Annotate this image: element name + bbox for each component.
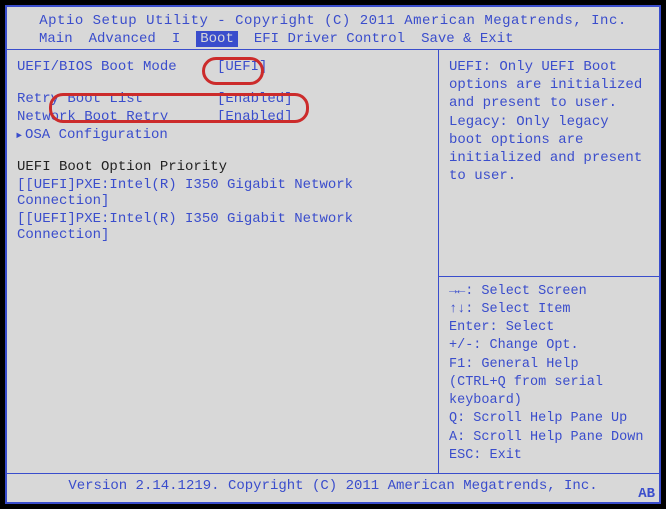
help-divider — [439, 276, 659, 277]
help-key-select: Enter: Select — [449, 319, 649, 337]
bios-content: UEFI/BIOS Boot Mode [UEFI] Retry Boot Li… — [7, 49, 659, 474]
help-description: UEFI: Only UEFI Boot options are initial… — [449, 58, 649, 185]
tab-main[interactable]: Main — [39, 31, 73, 47]
bios-frame: Aptio Setup Utility - Copyright (C) 2011… — [5, 5, 661, 504]
bios-title: Aptio Setup Utility - Copyright (C) 2011… — [15, 13, 651, 29]
tab-advanced[interactable]: Advanced — [89, 31, 156, 47]
help-key-a: A: Scroll Help Pane Down — [449, 429, 649, 447]
boot-option-2[interactable]: [[UEFI]PXE:Intel(R) I350 Gigabit Network… — [17, 210, 428, 244]
row-boot-mode[interactable]: UEFI/BIOS Boot Mode [UEFI] — [17, 58, 428, 76]
bios-right-panel: UEFI: Only UEFI Boot options are initial… — [439, 50, 659, 473]
boot-mode-label: UEFI/BIOS Boot Mode — [17, 59, 217, 75]
retry-boot-value: [Enabled] — [217, 91, 293, 107]
boot-option-1[interactable]: [[UEFI]PXE:Intel(R) I350 Gigabit Network… — [17, 176, 428, 210]
help-key-screen: →←: Select Screen — [449, 283, 649, 301]
spacer — [17, 76, 428, 90]
submenu-arrow-icon: ▸ — [15, 127, 23, 144]
help-key-serial: (CTRL+Q from serial keyboard) — [449, 374, 649, 410]
spacer — [17, 144, 428, 158]
help-key-esc: ESC: Exit — [449, 447, 649, 465]
bios-left-panel: UEFI/BIOS Boot Mode [UEFI] Retry Boot Li… — [7, 50, 439, 473]
help-key-f1: F1: General Help — [449, 356, 649, 374]
osa-config-label: OSA Configuration — [17, 127, 217, 143]
ab-badge: AB — [634, 486, 659, 502]
bios-header: Aptio Setup Utility - Copyright (C) 2011… — [7, 7, 659, 49]
row-retry-boot[interactable]: Retry Boot List [Enabled] — [17, 90, 428, 108]
help-keys: →←: Select Screen ↑↓: Select Item Enter:… — [449, 283, 649, 465]
tab-save-exit[interactable]: Save & Exit — [421, 31, 513, 47]
bios-tabs: Main Advanced I Boot EFI Driver Control … — [15, 31, 651, 47]
help-key-q: Q: Scroll Help Pane Up — [449, 410, 649, 428]
row-network-retry[interactable]: Network Boot Retry [Enabled] — [17, 108, 428, 126]
retry-boot-label: Retry Boot List — [17, 91, 217, 107]
row-osa-config[interactable]: ▸ OSA Configuration — [17, 126, 428, 144]
network-retry-label: Network Boot Retry — [17, 109, 217, 125]
boot-mode-value: [UEFI] — [217, 59, 267, 75]
boot-priority-header: UEFI Boot Option Priority — [17, 158, 428, 176]
bios-footer: Version 2.14.1219. Copyright (C) 2011 Am… — [7, 474, 659, 498]
network-retry-value: [Enabled] — [217, 109, 293, 125]
tab-boot[interactable]: Boot — [196, 31, 238, 47]
tab-partial[interactable]: I — [172, 31, 180, 47]
help-key-item: ↑↓: Select Item — [449, 301, 649, 319]
tab-efi-driver[interactable]: EFI Driver Control — [254, 31, 405, 47]
help-key-change: +/-: Change Opt. — [449, 337, 649, 355]
